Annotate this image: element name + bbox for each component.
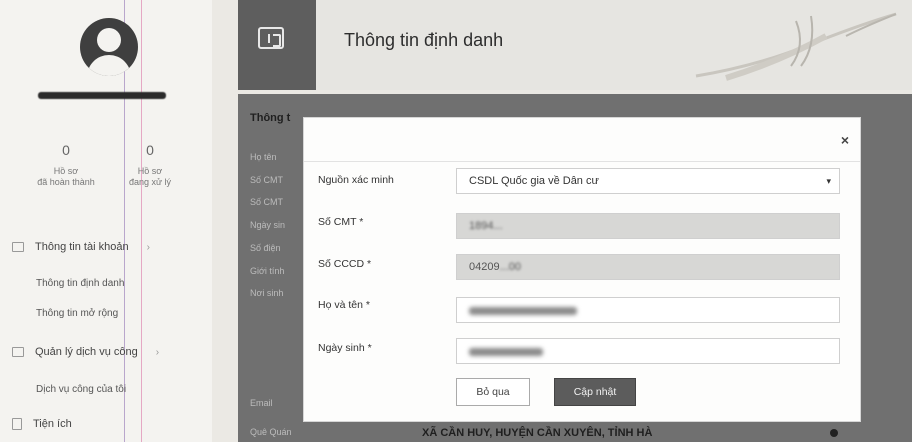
stat-count: 0: [146, 142, 154, 158]
dob-value-redacted: [469, 348, 543, 356]
dob-field[interactable]: [456, 338, 840, 364]
cccd-label: Số CCCD *: [318, 258, 372, 270]
stat-label: đã hoàn thành: [37, 177, 95, 187]
cccd-value: 04209: [469, 261, 500, 273]
header-icon-box: [238, 0, 316, 90]
page-title: Thông tin định danh: [344, 30, 504, 50]
cccd-value-redacted: ...00: [499, 261, 521, 273]
field-label: Giới tính: [250, 266, 285, 276]
page-header: Thông tin định danh: [238, 0, 912, 90]
sidebar-item-utilities[interactable]: Tiện ích: [12, 418, 72, 430]
stat-count: 0: [62, 142, 70, 158]
field-label: Quê Quán: [250, 427, 292, 437]
stat-label: đang xử lý: [128, 177, 172, 187]
sidebar-item-account[interactable]: Thông tin tài khoản ›: [12, 241, 150, 253]
close-icon[interactable]: ×: [841, 132, 849, 148]
sidebar-subitem-my-services[interactable]: Dịch vụ công của tôi: [36, 384, 126, 395]
field-label: Số điện: [250, 243, 281, 253]
sidebar-item-label: Tiện ích: [33, 418, 72, 430]
field-label: Số CMT: [250, 197, 284, 207]
skip-button[interactable]: Bỏ qua: [456, 378, 530, 406]
name-field[interactable]: [456, 297, 840, 323]
guide-line: [141, 0, 142, 442]
username-redacted: [38, 92, 166, 99]
panel-title: Thông t: [250, 112, 291, 124]
sidebar-subitem-extended[interactable]: Thông tin mở rộng: [36, 308, 118, 319]
hometown-value: XÃ CẦN HUY, HUYỆN CẦN XUYÊN, TỈNH HÀ: [422, 427, 653, 439]
document-icon: [12, 418, 22, 430]
avatar-icon[interactable]: [80, 18, 138, 76]
update-button[interactable]: Cập nhật: [554, 378, 636, 406]
cccd-field[interactable]: 04209...00: [456, 254, 840, 280]
sidebar: 0 Hồ sơ đã hoàn thành 0 Hồ sơ đang xử lý…: [0, 0, 212, 442]
field-label: Họ tên: [250, 152, 277, 162]
chevron-down-icon: ▾: [826, 176, 831, 186]
sidebar-item-label: Thông tin tài khoản: [35, 241, 129, 253]
stat-label: Hồ sơ: [137, 166, 163, 176]
chevron-right-icon: ›: [155, 346, 160, 358]
sidebar-item-public-services[interactable]: Quản lý dịch vụ công ›: [12, 346, 159, 358]
chevron-right-icon: ›: [146, 241, 150, 253]
sidebar-item-label: Quản lý dịch vụ công: [35, 346, 138, 358]
field-label: Số CMT: [250, 175, 284, 185]
source-label: Nguồn xác minh: [318, 174, 394, 186]
cmt-label: Số CMT *: [318, 216, 364, 228]
folder-id-icon: [258, 27, 284, 49]
name-label: Họ và tên *: [318, 299, 370, 311]
stat-processing[interactable]: 0 Hồ sơ đang xử lý: [118, 142, 182, 188]
modal-header: ×: [304, 118, 860, 162]
field-label: Nơi sinh: [250, 288, 284, 298]
verify-identity-modal: × Nguồn xác minh CSDL Quốc gia về Dân cư…: [303, 117, 861, 422]
cmt-field[interactable]: 1894...: [456, 213, 840, 239]
dob-label: Ngày sinh *: [318, 342, 372, 354]
bird-decoration-icon: [695, 12, 897, 81]
stat-completed[interactable]: 0 Hồ sơ đã hoàn thành: [30, 142, 102, 188]
check-icon: [830, 429, 838, 437]
field-label: Ngày sin: [250, 220, 286, 230]
source-select[interactable]: CSDL Quốc gia về Dân cư ▾: [456, 168, 840, 194]
source-select-value: CSDL Quốc gia về Dân cư: [469, 175, 599, 187]
name-value-redacted: [469, 307, 577, 315]
folder-icon: [12, 347, 24, 357]
stat-label: Hồ sơ: [53, 166, 79, 176]
sidebar-subitem-identity[interactable]: Thông tin định danh: [36, 278, 124, 289]
grid-icon: [12, 242, 24, 252]
cmt-value: 1894...: [469, 220, 503, 232]
field-label: Email: [250, 398, 273, 408]
